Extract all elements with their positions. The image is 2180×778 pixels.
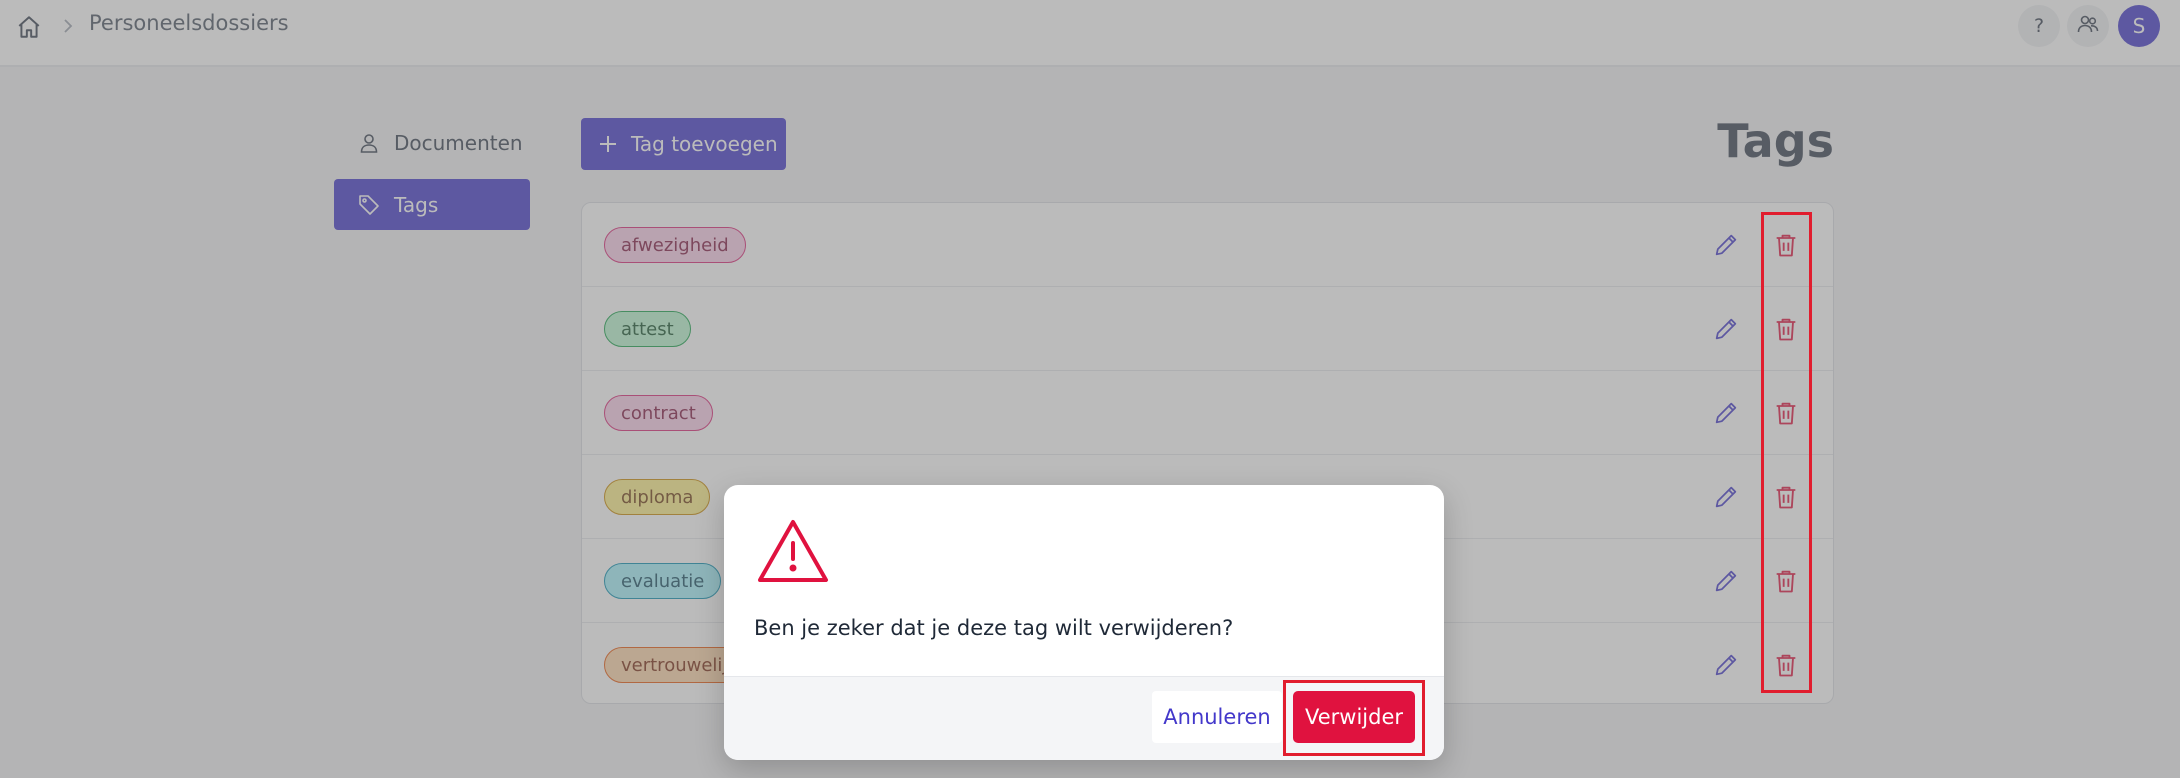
delete-button-highlight — [1283, 680, 1425, 756]
trash-column-highlight — [1761, 212, 1812, 693]
warning-icon — [756, 517, 830, 585]
cancel-button[interactable]: Annuleren — [1152, 691, 1282, 743]
dialog-message: Ben je zeker dat je deze tag wilt verwij… — [754, 616, 1234, 640]
